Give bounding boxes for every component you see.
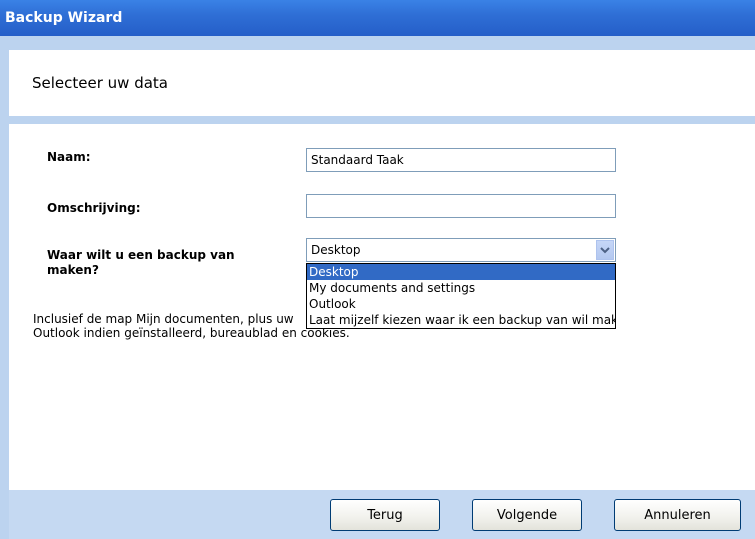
source-label-line1: Waar wilt u een backup van xyxy=(47,248,235,262)
cancel-button[interactable]: Annuleren xyxy=(614,499,741,531)
name-label: Naam: xyxy=(47,150,91,164)
window-title: Backup Wizard xyxy=(5,10,123,26)
dropdown-option-desktop[interactable]: Desktop xyxy=(307,264,615,280)
page-subtitle: Selecteer uw data xyxy=(32,74,168,92)
dropdown-option-custom[interactable]: Laat mijzelf kiezen waar ik een backup v… xyxy=(307,312,615,328)
back-button[interactable]: Terug xyxy=(330,499,440,531)
dropdown-button[interactable] xyxy=(596,240,614,260)
description-field[interactable] xyxy=(306,194,616,218)
source-label-line2: maken? xyxy=(47,263,99,277)
dropdown-option-my-documents[interactable]: My documents and settings xyxy=(307,280,615,296)
name-field[interactable] xyxy=(306,148,616,172)
wizard-header: Selecteer uw data xyxy=(9,50,755,116)
source-selected-value: Desktop xyxy=(311,243,361,257)
next-button[interactable]: Volgende xyxy=(472,499,582,531)
source-select[interactable]: Desktop xyxy=(306,238,616,262)
source-dropdown-list: Desktop My documents and settings Outloo… xyxy=(306,263,616,329)
title-bar[interactable]: Backup Wizard xyxy=(0,0,755,36)
dropdown-option-outlook[interactable]: Outlook xyxy=(307,296,615,312)
description-label: Omschrijving: xyxy=(47,201,141,215)
chevron-down-icon xyxy=(600,247,610,254)
backup-wizard-window: Backup Wizard Selecteer uw data Naam: Om… xyxy=(0,0,755,539)
